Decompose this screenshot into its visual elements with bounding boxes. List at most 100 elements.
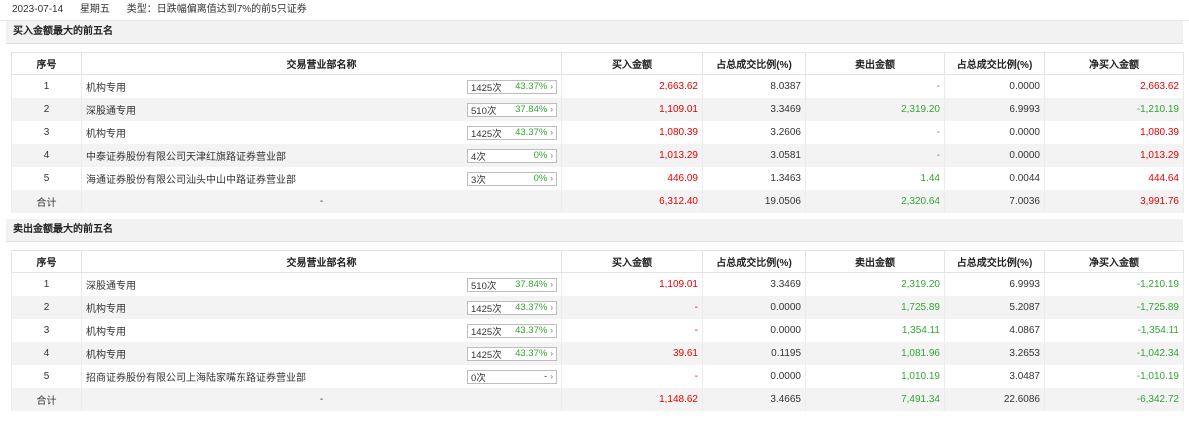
buy-amount: 2,663.62 <box>561 74 703 98</box>
branch-name: 机构专用 <box>86 327 126 338</box>
col-header-name: 交易营业部名称 <box>81 250 562 273</box>
total-buy-amount: 6,312.40 <box>561 190 703 213</box>
chevron-right-icon: › <box>550 174 553 183</box>
branch-name: 深股通专用 <box>86 281 136 292</box>
branch-stats-dropdown[interactable]: 1425次 43.37% › <box>467 125 557 140</box>
branch-name: 机构专用 <box>86 350 126 361</box>
buy-ratio: 0.1195 <box>702 342 806 365</box>
sell-ratio: 0.0044 <box>944 167 1045 190</box>
buy-amount: 1,080.39 <box>561 121 703 144</box>
win-pct: 43.37% <box>515 127 548 138</box>
col-header-sell-ratio: 占总成交比例(%) <box>944 250 1045 273</box>
net-amount: -1,010.19 <box>1044 365 1184 388</box>
table-row: 5 招商证券股份有限公司上海陆家嘴东路证券营业部 0次 - › - 0.0000 1,… <box>11 365 1184 388</box>
branch-stats-dropdown[interactable]: 1425次 43.37% › <box>467 79 557 94</box>
chevron-right-icon: › <box>550 105 553 114</box>
buy-ratio: 0.0000 <box>702 296 806 319</box>
branch-stats-dropdown[interactable]: 1425次 43.37% › <box>467 346 557 361</box>
buy-ratio: 1.3463 <box>702 167 806 190</box>
branch-stats-dropdown[interactable]: 3次 0% › <box>467 171 557 186</box>
chevron-right-icon: › <box>550 82 553 91</box>
times: 1425次 <box>471 326 502 338</box>
sell-amount: 1.44 <box>805 167 945 190</box>
table-row: 5 海通证券股份有限公司汕头中山中路证券营业部 3次 0% › 446.09 1.34… <box>11 167 1184 190</box>
net-amount: 444.64 <box>1044 167 1184 190</box>
net-amount: -1,042.34 <box>1044 342 1184 365</box>
total-net-amount: 3,991.76 <box>1044 190 1184 213</box>
buy-amount: - <box>561 296 703 319</box>
branch-name: 海通证券股份有限公司汕头中山中路证券营业部 <box>86 175 296 186</box>
total-name: - <box>81 388 562 411</box>
buy-ratio: 3.3469 <box>702 98 806 121</box>
branch-stats-dropdown[interactable]: 510次 37.84% › <box>467 102 557 117</box>
times: 510次 <box>471 105 497 117</box>
sell-ratio: 6.9993 <box>944 98 1045 121</box>
branch-name: 机构专用 <box>86 304 126 315</box>
sell-ratio: 6.9993 <box>944 272 1045 296</box>
col-header-buy: 买入金额 <box>561 250 703 273</box>
row-no: 4 <box>11 342 82 365</box>
buy-section-title: 买入金额最大的前五名 <box>6 21 1183 44</box>
col-header-buy-ratio: 占总成交比例(%) <box>702 250 806 273</box>
buy-ratio: 8.0387 <box>702 74 806 98</box>
times: 510次 <box>471 280 497 292</box>
total-sell-ratio: 7.0036 <box>944 190 1045 213</box>
branch-stats-dropdown[interactable]: 4次 0% › <box>467 148 557 163</box>
table-row: 3 机构专用 1425次 43.37% › 1,080.39 3.2606 - 0.0… <box>11 121 1184 144</box>
net-amount: -1,725.89 <box>1044 296 1184 319</box>
net-amount: 1,013.29 <box>1044 144 1184 167</box>
buy-ratio: 3.2606 <box>702 121 806 144</box>
sell-top5-section: 卖出金额最大的前五名 序号 交易营业部名称 买入金额 占总成交比例(%) 卖出金… <box>6 219 1184 411</box>
branch-stats-dropdown[interactable]: 510次 37.84% › <box>467 277 557 292</box>
total-sell-ratio: 22.6086 <box>944 388 1045 411</box>
times: 0次 <box>471 372 486 384</box>
row-no: 5 <box>11 365 82 388</box>
win-pct: 43.37% <box>515 302 548 313</box>
win-pct: - <box>544 371 548 382</box>
table-row: 2 机构专用 1425次 43.37% › - 0.0000 1,725.89 5.2… <box>11 296 1184 319</box>
branch-stats-dropdown[interactable]: 1425次 43.37% › <box>467 300 557 315</box>
chevron-right-icon: › <box>550 349 553 358</box>
chevron-right-icon: › <box>550 128 553 137</box>
table-row: 4 机构专用 1425次 43.37% › 39.61 0.1195 1,081.96… <box>11 342 1184 365</box>
times: 1425次 <box>471 349 502 361</box>
sell-amount: 1,725.89 <box>805 296 945 319</box>
branch-stats-dropdown[interactable]: 1425次 43.37% › <box>467 323 557 338</box>
buy-amount: 39.61 <box>561 342 703 365</box>
net-amount: 1,080.39 <box>1044 121 1184 144</box>
buy-amount: - <box>561 319 703 342</box>
sell-amount: - <box>805 74 945 98</box>
row-no: 1 <box>11 272 82 296</box>
col-header-sell: 卖出金额 <box>805 250 945 273</box>
col-header-sell: 卖出金额 <box>805 52 945 75</box>
sell-top5-table: 序号 交易营业部名称 买入金额 占总成交比例(%) 卖出金额 占总成交比例(%)… <box>11 250 1184 411</box>
sell-ratio: 0.0000 <box>944 74 1045 98</box>
win-pct: 43.37% <box>515 325 548 336</box>
branch-name: 招商证券股份有限公司上海陆家嘴东路证券营业部 <box>86 373 306 384</box>
col-header-net: 净买入金额 <box>1044 52 1184 75</box>
table-row: 2 深股通专用 510次 37.84% › 1,109.01 3.3469 2,319… <box>11 98 1184 121</box>
net-amount: -1,210.19 <box>1044 98 1184 121</box>
row-no: 1 <box>11 74 82 98</box>
buy-amount: - <box>561 365 703 388</box>
buy-ratio: 0.0000 <box>702 319 806 342</box>
sell-ratio: 3.2653 <box>944 342 1045 365</box>
sell-ratio: 5.2087 <box>944 296 1045 319</box>
total-buy-ratio: 3.4665 <box>702 388 806 411</box>
total-label: 合计 <box>11 190 82 213</box>
sell-amount: 1,081.96 <box>805 342 945 365</box>
branch-stats-dropdown[interactable]: 0次 - › <box>467 369 557 384</box>
col-header-net: 净买入金额 <box>1044 250 1184 273</box>
buy-top5-table: 序号 交易营业部名称 买入金额 占总成交比例(%) 卖出金额 占总成交比例(%)… <box>11 52 1184 213</box>
buy-ratio: 0.0000 <box>702 365 806 388</box>
table-header-row: 序号 交易营业部名称 买入金额 占总成交比例(%) 卖出金额 占总成交比例(%)… <box>11 52 1184 75</box>
table-row: 1 深股通专用 510次 37.84% › 1,109.01 3.3469 2,319… <box>11 272 1184 296</box>
col-header-sell-ratio: 占总成交比例(%) <box>944 52 1045 75</box>
total-row: 合计 - 6,312.40 19.0506 2,320.64 7.0036 3,… <box>11 190 1184 213</box>
row-no: 4 <box>11 144 82 167</box>
col-header-buy-ratio: 占总成交比例(%) <box>702 52 806 75</box>
trade-weekday: 星期五 <box>79 4 110 15</box>
branch-name: 深股通专用 <box>86 106 136 117</box>
branch-name: 机构专用 <box>86 83 126 94</box>
buy-ratio: 3.0581 <box>702 144 806 167</box>
